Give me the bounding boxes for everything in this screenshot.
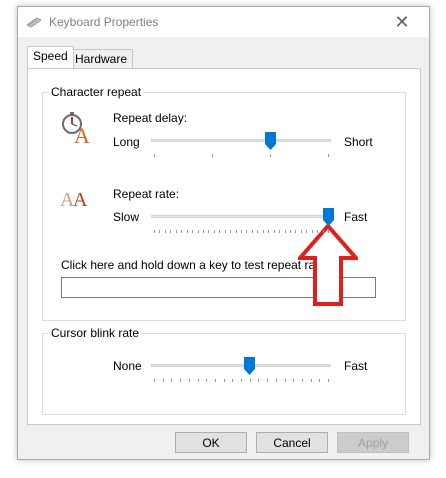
slider-thumb[interactable] xyxy=(244,357,255,375)
close-icon[interactable]: ✕ xyxy=(390,10,414,34)
slider-tick xyxy=(241,230,242,233)
slider-tick xyxy=(328,230,329,233)
stopwatch-letter-icon: A xyxy=(62,112,90,144)
slider-tick xyxy=(270,154,271,157)
slider-tick xyxy=(154,154,155,157)
slider-tick xyxy=(276,379,277,382)
slider-tick xyxy=(323,230,324,233)
slider-tick xyxy=(163,379,164,382)
cancel-button[interactable]: Cancel xyxy=(256,432,328,453)
slider-tick xyxy=(319,379,320,382)
slider-tick xyxy=(246,230,247,233)
slider-tick xyxy=(268,230,269,233)
slider-tick xyxy=(328,154,329,157)
slider-tick xyxy=(225,230,226,233)
slider-tick xyxy=(230,230,231,233)
tab-speed[interactable]: Speed xyxy=(27,46,74,68)
slider-tick xyxy=(258,379,259,382)
svg-text:A: A xyxy=(74,123,90,144)
svg-text:A: A xyxy=(73,189,88,210)
slider-tick xyxy=(293,379,294,382)
slider-tick xyxy=(203,230,204,233)
slider-tick xyxy=(285,230,286,233)
slider-tick xyxy=(236,230,237,233)
double-letter-icon: A A xyxy=(60,189,88,210)
repeat-delay-max-label: Short xyxy=(344,135,373,149)
slider-tick xyxy=(232,379,233,382)
slider-tick xyxy=(306,230,307,233)
speed-tab-panel: Character repeat A Repeat delay: Long Sh… xyxy=(27,68,421,425)
slider-tick xyxy=(279,230,280,233)
slider-tick xyxy=(192,230,193,233)
repeat-delay-min-label: Long xyxy=(113,135,140,149)
repeat-rate-label: Repeat rate: xyxy=(113,187,180,201)
slider-tick xyxy=(267,379,268,382)
slider-tick xyxy=(219,230,220,233)
repeat-delay-label: Repeat delay: xyxy=(113,111,188,125)
slider-tick xyxy=(206,379,207,382)
slider-thumb[interactable] xyxy=(323,208,334,226)
slider-tick xyxy=(250,379,251,382)
character-repeat-legend: Character repeat xyxy=(49,85,144,99)
slider-tick xyxy=(198,379,199,382)
repeat-rate-max-label: Fast xyxy=(344,210,368,224)
tab-hardware[interactable]: Hardware xyxy=(69,49,134,69)
slider-tick xyxy=(208,230,209,233)
slider-tick xyxy=(159,230,160,233)
slider-tick xyxy=(295,230,296,233)
cursor-blink-legend: Cursor blink rate xyxy=(49,326,142,340)
slider-tick xyxy=(263,230,264,233)
up-arrow-annotation-icon xyxy=(298,224,358,306)
test-repeat-rate-label: Click here and hold down a key to test r… xyxy=(61,258,329,272)
slider-tick xyxy=(176,230,177,233)
cursor-blink-max-label: Fast xyxy=(344,359,368,373)
slider-tick xyxy=(187,230,188,233)
ok-button[interactable]: OK xyxy=(175,432,247,453)
slider-tick xyxy=(317,230,318,233)
slider-tick xyxy=(290,230,291,233)
slider-tick xyxy=(154,230,155,233)
slider-tick xyxy=(274,230,275,233)
slider-tick xyxy=(224,379,225,382)
repeat-rate-min-label: Slow xyxy=(113,210,140,224)
slider-tick xyxy=(301,230,302,233)
slider-tick xyxy=(241,379,242,382)
slider-track[interactable] xyxy=(151,364,331,367)
slider-track[interactable] xyxy=(151,215,331,218)
keyboard-icon xyxy=(26,17,42,28)
slider-track[interactable] xyxy=(151,139,331,142)
cursor-blink-group: Cursor blink rate xyxy=(42,326,406,415)
slider-tick xyxy=(252,230,253,233)
slider-tick xyxy=(154,379,155,382)
slider-tick xyxy=(311,379,312,382)
slider-tick xyxy=(214,230,215,233)
slider-thumb[interactable] xyxy=(265,132,276,150)
slider-tick xyxy=(171,379,172,382)
slider-tick xyxy=(198,230,199,233)
apply-button[interactable]: Apply xyxy=(337,432,409,453)
slider-tick xyxy=(180,379,181,382)
title-bar: Keyboard Properties ✕ xyxy=(18,7,429,37)
window-title: Keyboard Properties xyxy=(49,15,159,29)
cursor-blink-min-label: None xyxy=(113,359,142,373)
slider-tick xyxy=(257,230,258,233)
slider-tick xyxy=(165,230,166,233)
slider-tick xyxy=(285,379,286,382)
slider-tick xyxy=(302,379,303,382)
keyboard-properties-dialog: Keyboard Properties ✕ Speed Hardware Cha… xyxy=(17,6,430,460)
slider-tick xyxy=(328,379,329,382)
slider-tick xyxy=(212,154,213,157)
slider-tick xyxy=(181,230,182,233)
slider-tick xyxy=(189,379,190,382)
slider-tick xyxy=(170,230,171,233)
slider-tick xyxy=(312,230,313,233)
slider-tick xyxy=(215,379,216,382)
